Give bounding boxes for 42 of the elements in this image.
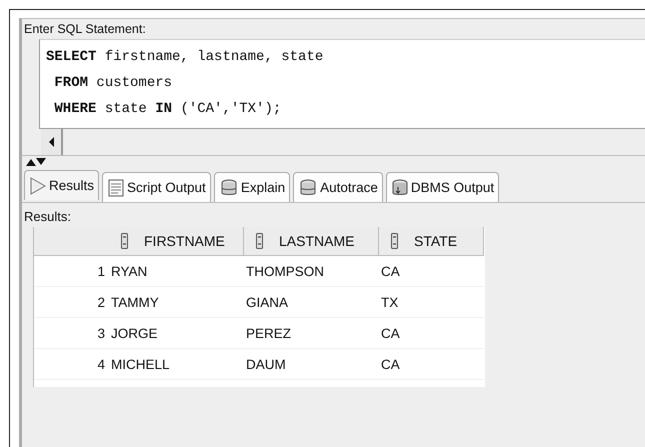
table-cell: RYAN xyxy=(109,256,244,287)
splitter-arrows-icon[interactable] xyxy=(26,158,46,166)
editor-label: Enter SQL Statement: xyxy=(23,21,147,38)
column-header[interactable]: STATE xyxy=(379,227,484,256)
results-label: Results: xyxy=(23,208,72,226)
sql-editor[interactable]: SELECT firstname, lastname, state FROM customers WHERE state IN ('CA','TX'); xyxy=(39,39,645,129)
table-cell: DAUM xyxy=(244,349,379,380)
left-arrow-icon xyxy=(48,137,54,147)
row-number: 3 xyxy=(34,318,109,349)
table-cell: JORGE xyxy=(109,318,244,349)
sort-icon xyxy=(391,233,398,249)
play-icon xyxy=(29,176,47,194)
table-cell: CA xyxy=(379,318,484,349)
output-tab[interactable]: DBMS Output xyxy=(386,172,500,202)
output-tab[interactable]: Script Output xyxy=(102,172,211,202)
scroll-left-button[interactable] xyxy=(41,129,63,155)
table-cell: CA xyxy=(379,256,484,287)
document-icon xyxy=(107,178,126,196)
sort-icon xyxy=(256,233,263,249)
output-tab[interactable]: Results xyxy=(24,170,100,200)
database-icon xyxy=(218,178,239,196)
table-cell: TAMMY xyxy=(109,287,244,318)
table-cell: PEREZ xyxy=(244,318,379,349)
table-cell: TX xyxy=(379,287,484,318)
horizontal-scrollbar[interactable] xyxy=(22,129,645,156)
table-cell: MICHELL xyxy=(109,349,244,380)
database-icon xyxy=(390,178,409,196)
output-tab[interactable]: Explain xyxy=(214,172,290,202)
table-cell: CA xyxy=(379,349,484,380)
code-line: FROM customers xyxy=(53,74,174,93)
column-header[interactable]: LASTNAME xyxy=(244,227,379,256)
code-line: SELECT firstname, lastname, state xyxy=(46,48,324,67)
table-cell: THOMPSON xyxy=(244,256,379,287)
row-number: 1 xyxy=(34,256,109,287)
column-header[interactable]: FIRSTNAME xyxy=(109,227,244,256)
output-tab[interactable]: Autotrace xyxy=(293,172,383,202)
table-cell: GIANA xyxy=(244,287,379,318)
sort-icon xyxy=(121,233,128,249)
code-line: WHERE state IN ('CA','TX'); xyxy=(53,100,282,119)
row-number: 2 xyxy=(34,287,109,318)
database-icon xyxy=(298,178,318,196)
row-number: 4 xyxy=(34,349,109,380)
